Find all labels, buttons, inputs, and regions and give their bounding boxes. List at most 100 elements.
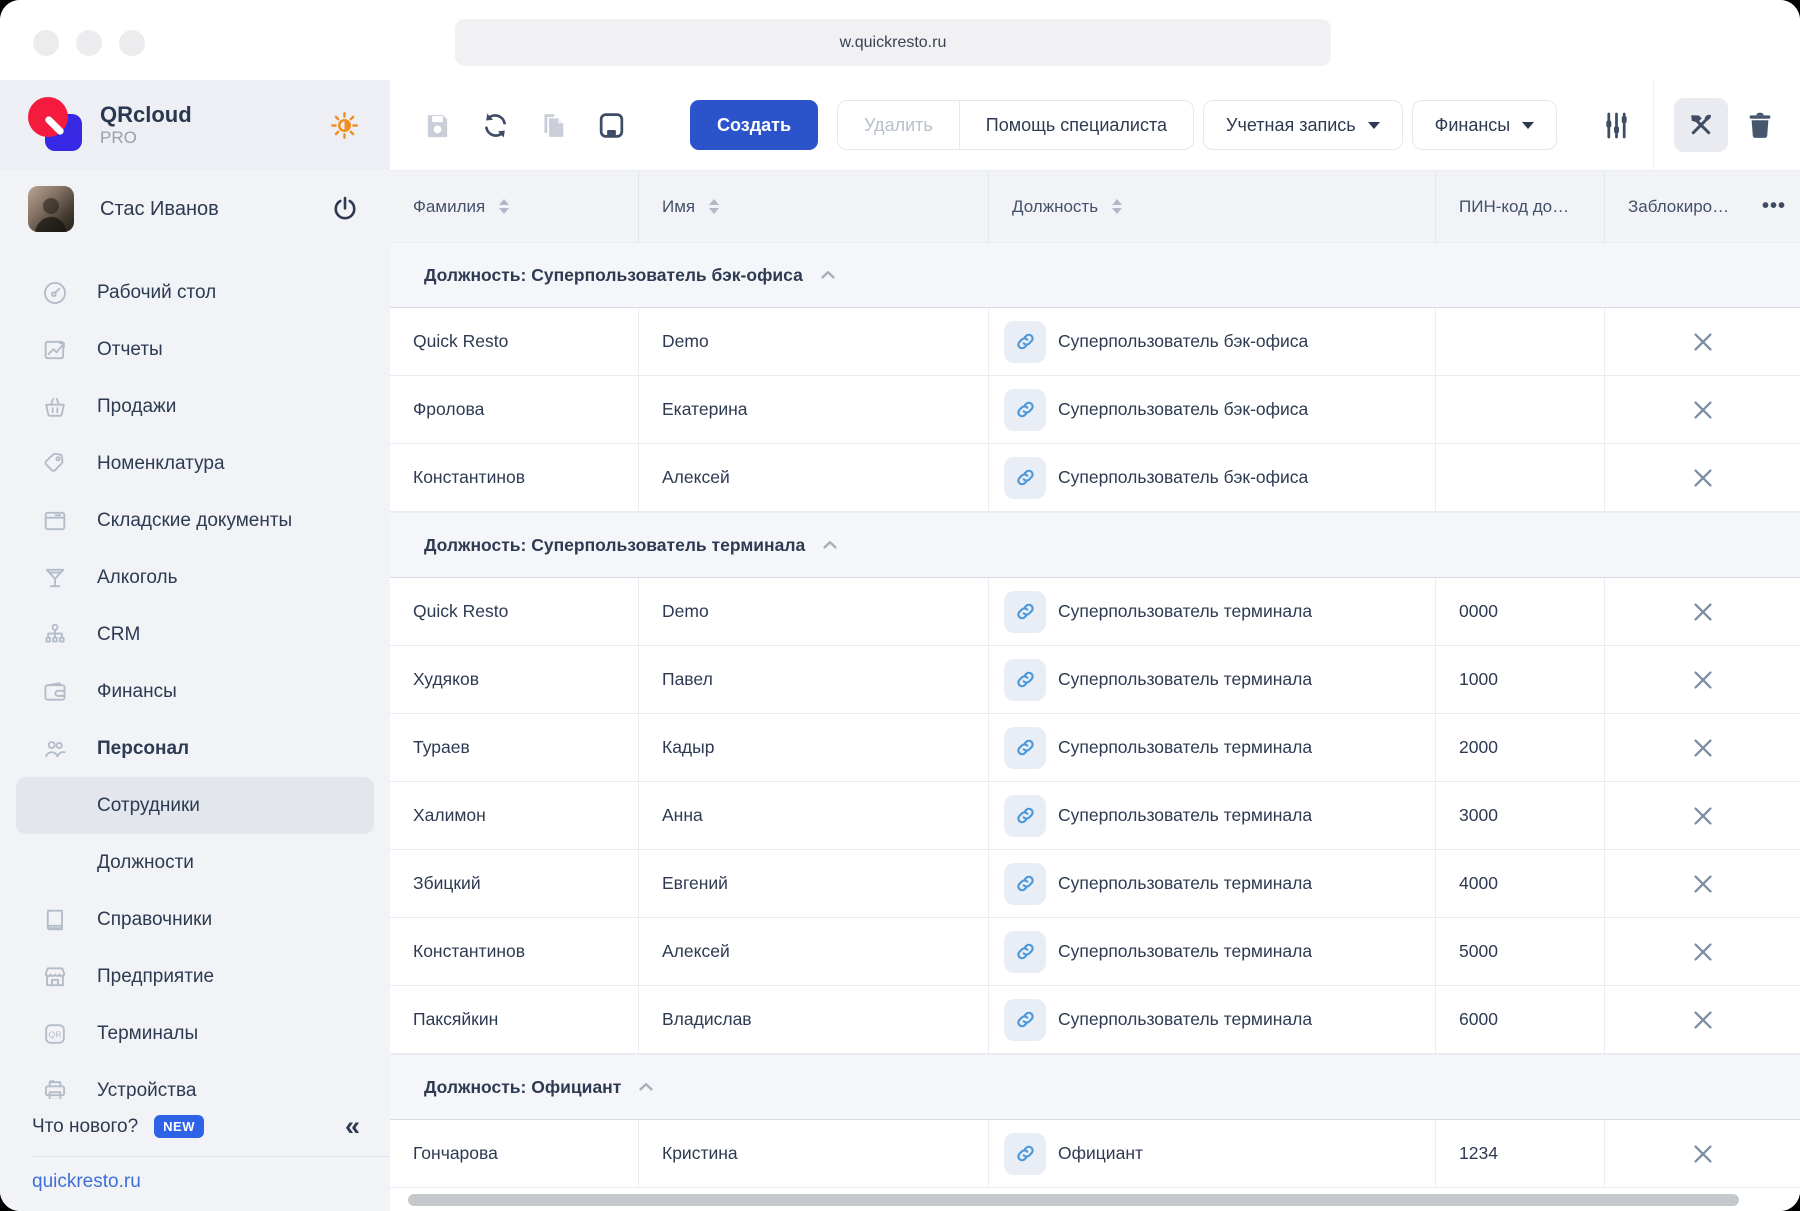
blocked-x-icon[interactable] bbox=[1689, 666, 1717, 694]
blocked-x-icon[interactable] bbox=[1689, 734, 1717, 762]
table-row[interactable]: ХудяковПавелСуперпользователь терминала1… bbox=[390, 646, 1800, 714]
sort-icon[interactable] bbox=[709, 199, 719, 214]
export-icon[interactable] bbox=[594, 108, 628, 142]
sidebar-item-warehouse-docs[interactable]: Складские документы bbox=[16, 492, 374, 549]
table-row[interactable]: ТураевКадырСуперпользователь терминала20… bbox=[390, 714, 1800, 782]
sidebar-item-nomenclature[interactable]: Номенклатура bbox=[16, 435, 374, 492]
column-header-role[interactable]: Должность bbox=[988, 171, 1435, 242]
chevron-up-icon[interactable] bbox=[635, 1076, 657, 1098]
avatar bbox=[28, 186, 74, 232]
blocked-x-icon[interactable] bbox=[1689, 1006, 1717, 1034]
role-label: Официант bbox=[1058, 1143, 1143, 1164]
sidebar-item-label: CRM bbox=[97, 624, 140, 646]
table-row[interactable]: ГончароваКристинаОфициант1234 bbox=[390, 1120, 1800, 1188]
cell-lastname: Гончарова bbox=[390, 1120, 638, 1187]
role-label: Суперпользователь терминала bbox=[1058, 805, 1312, 826]
finance-dropdown[interactable]: Финансы bbox=[1412, 100, 1558, 150]
tools-icon[interactable] bbox=[1674, 98, 1728, 152]
table-row[interactable]: ПаксяйкинВладиславСуперпользователь терм… bbox=[390, 986, 1800, 1054]
sidebar-item-reports[interactable]: Отчеты bbox=[16, 321, 374, 378]
footer-divider bbox=[32, 1156, 390, 1157]
sort-icon[interactable] bbox=[499, 199, 509, 214]
horizontal-scrollbar-thumb[interactable] bbox=[408, 1194, 1739, 1206]
role-link-icon[interactable] bbox=[1004, 659, 1046, 701]
group-header[interactable]: Должность: Суперпользователь бэк-офиса bbox=[390, 242, 1800, 308]
group-header[interactable]: Должность: Официант bbox=[390, 1054, 1800, 1120]
org-icon bbox=[40, 620, 70, 650]
role-link-icon[interactable] bbox=[1004, 457, 1046, 499]
chevron-up-icon[interactable] bbox=[819, 534, 841, 556]
column-header-first[interactable]: Имя bbox=[638, 171, 988, 242]
table-row[interactable]: ФроловаЕкатеринаСуперпользователь бэк-оф… bbox=[390, 376, 1800, 444]
table-row[interactable]: КонстантиновАлексейСуперпользователь бэк… bbox=[390, 444, 1800, 512]
window-control-dot[interactable] bbox=[119, 30, 145, 56]
sidebar-item-positions[interactable]: Должности bbox=[16, 834, 374, 891]
sidebar-item-label: Финансы bbox=[97, 681, 177, 703]
create-button[interactable]: Создать bbox=[690, 100, 818, 150]
blocked-x-icon[interactable] bbox=[1689, 938, 1717, 966]
role-label: Суперпользователь терминала bbox=[1058, 873, 1312, 894]
save-icon[interactable] bbox=[420, 108, 454, 142]
cell-blocked bbox=[1604, 376, 1800, 443]
sidebar-item-directories[interactable]: Справочники bbox=[16, 891, 374, 948]
blocked-x-icon[interactable] bbox=[1689, 1140, 1717, 1168]
cell-firstname: Владислав bbox=[638, 986, 988, 1053]
table-row[interactable]: ХалимонАннаСуперпользователь терминала30… bbox=[390, 782, 1800, 850]
chevron-up-icon[interactable] bbox=[817, 264, 839, 286]
user-row[interactable]: Стас Иванов bbox=[0, 170, 390, 248]
filter-sliders-icon[interactable] bbox=[1599, 108, 1633, 142]
site-link[interactable]: quickresto.ru bbox=[0, 1171, 390, 1193]
blocked-x-icon[interactable] bbox=[1689, 328, 1717, 356]
sidebar-item-sales[interactable]: Продажи bbox=[16, 378, 374, 435]
role-link-icon[interactable] bbox=[1004, 999, 1046, 1041]
role-link-icon[interactable] bbox=[1004, 863, 1046, 905]
warehouse-icon bbox=[40, 506, 70, 536]
sidebar-item-enterprise[interactable]: Предприятие bbox=[16, 948, 374, 1005]
blocked-x-icon[interactable] bbox=[1689, 802, 1717, 830]
sidebar-item-dashboard[interactable]: Рабочий стол bbox=[16, 264, 374, 321]
power-icon[interactable] bbox=[330, 194, 360, 224]
blocked-x-icon[interactable] bbox=[1689, 870, 1717, 898]
url-bar[interactable]: w.quickresto.ru bbox=[455, 19, 1331, 66]
role-link-icon[interactable] bbox=[1004, 321, 1046, 363]
sidebar-item-alcohol[interactable]: Алкоголь bbox=[16, 549, 374, 606]
sidebar-item-finance[interactable]: Финансы bbox=[16, 663, 374, 720]
role-link-icon[interactable] bbox=[1004, 931, 1046, 973]
sort-icon[interactable] bbox=[1112, 199, 1122, 214]
collapse-sidebar-icon[interactable]: « bbox=[345, 1113, 360, 1140]
sidebar-item-staff[interactable]: Персонал bbox=[16, 720, 374, 777]
refresh-icon[interactable] bbox=[478, 108, 512, 142]
role-link-icon[interactable] bbox=[1004, 389, 1046, 431]
specialist-help-button[interactable]: Помощь специалиста bbox=[959, 101, 1193, 149]
blocked-x-icon[interactable] bbox=[1689, 598, 1717, 626]
column-header-last[interactable]: Фамилия bbox=[390, 171, 638, 242]
role-link-icon[interactable] bbox=[1004, 727, 1046, 769]
columns-menu-icon[interactable]: ••• bbox=[1762, 195, 1786, 218]
window-control-dot[interactable] bbox=[33, 30, 59, 56]
sidebar-item-crm[interactable]: CRM bbox=[16, 606, 374, 663]
cell-lastname: Фролова bbox=[390, 376, 638, 443]
table-row[interactable]: Quick RestoDemoСуперпользователь термина… bbox=[390, 578, 1800, 646]
account-dropdown[interactable]: Учетная запись bbox=[1203, 100, 1403, 150]
sidebar-item-employees[interactable]: Сотрудники bbox=[16, 777, 374, 834]
sidebar-item-terminals[interactable]: QRТерминалы bbox=[16, 1005, 374, 1062]
blocked-x-icon[interactable] bbox=[1689, 464, 1717, 492]
blocked-x-icon[interactable] bbox=[1689, 396, 1717, 424]
group-header[interactable]: Должность: Суперпользователь терминала bbox=[390, 512, 1800, 578]
window-control-dot[interactable] bbox=[76, 30, 102, 56]
finance-dropdown-label: Финансы bbox=[1435, 115, 1511, 136]
table-row[interactable]: ЗбицкийЕвгенийСуперпользователь терминал… bbox=[390, 850, 1800, 918]
whats-new-label[interactable]: Что нового? bbox=[32, 1116, 138, 1138]
cell-lastname: Тураев bbox=[390, 714, 638, 781]
brightness-icon[interactable] bbox=[329, 110, 360, 141]
table-row[interactable]: КонстантиновАлексейСуперпользователь тер… bbox=[390, 918, 1800, 986]
role-link-icon[interactable] bbox=[1004, 591, 1046, 633]
trash-icon[interactable] bbox=[1744, 109, 1776, 141]
role-link-icon[interactable] bbox=[1004, 795, 1046, 837]
cell-pin: 4000 bbox=[1435, 850, 1604, 917]
table-row[interactable]: Quick RestoDemoСуперпользователь бэк-офи… bbox=[390, 308, 1800, 376]
role-link-icon[interactable] bbox=[1004, 1133, 1046, 1175]
cell-role: Суперпользователь терминала bbox=[988, 646, 1435, 713]
copy-icon[interactable] bbox=[536, 108, 570, 142]
delete-button[interactable]: Удалить bbox=[838, 101, 959, 149]
